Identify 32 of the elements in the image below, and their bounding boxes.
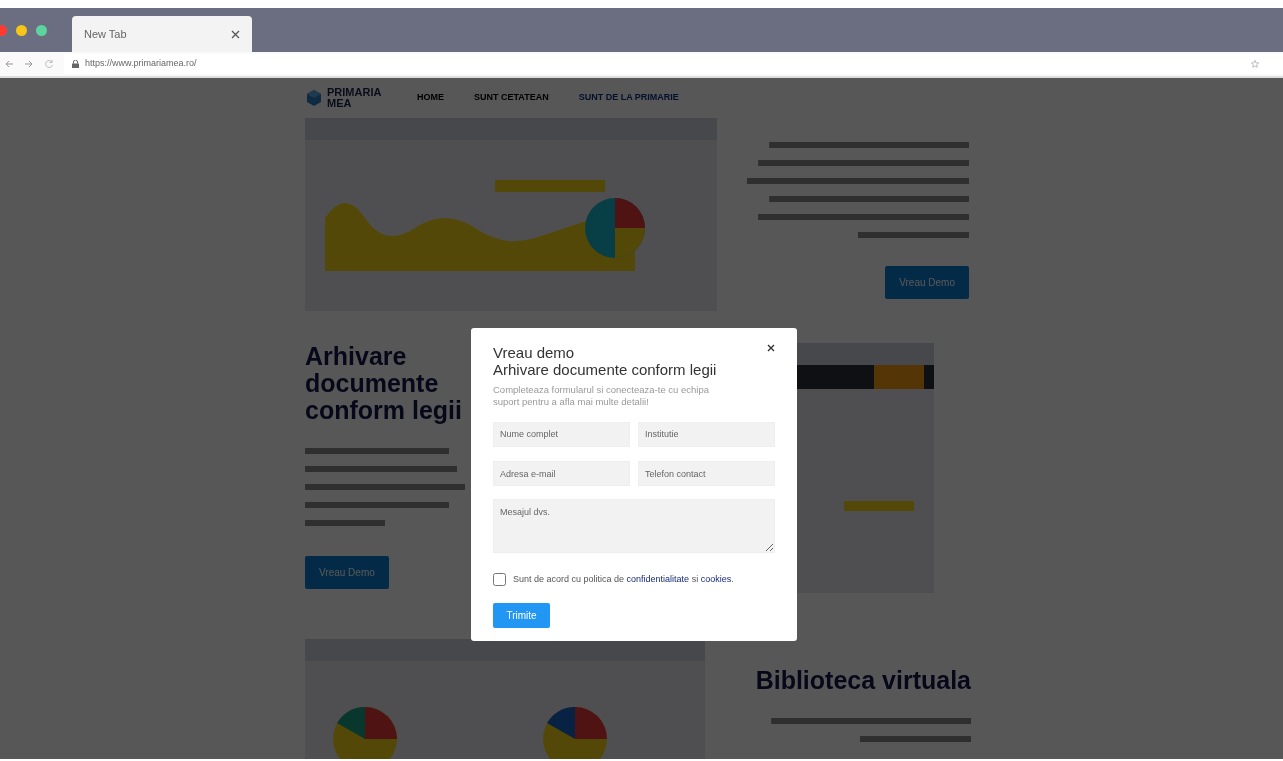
close-tab-icon[interactable]	[231, 29, 240, 39]
input-field[interactable]: Adresa e-mail	[493, 461, 630, 486]
logo-icon	[305, 89, 323, 107]
modal-description: Completeaza formularul si conecteaza-te cu echipa suport pentru a afla mai multe detalii!	[493, 384, 710, 408]
input-field[interactable]: Nume complet	[493, 421, 630, 447]
demo-button[interactable]: Vreau Demo	[305, 556, 389, 589]
window-control-icon[interactable]	[36, 24, 47, 36]
tab-title[interactable]: New Tab	[84, 25, 127, 43]
demo-button[interactable]: Vreau Demo	[885, 266, 969, 299]
modal-title: Vreau demo	[493, 344, 576, 361]
lock-icon	[72, 60, 79, 68]
section-heading: Arhivare documente conform legii	[305, 343, 463, 424]
modal-subtitle: Arhivare documente conform legii	[493, 361, 717, 378]
consent-checkbox[interactable]	[493, 573, 506, 587]
window-control-icon[interactable]	[16, 24, 27, 36]
policy-link[interactable]: confidentialitate	[626, 574, 690, 584]
input-field[interactable]: Institutie	[638, 421, 775, 447]
logo-text[interactable]: PRIMARIA MEA	[327, 87, 387, 109]
bookmark-star-icon[interactable]	[1251, 60, 1259, 68]
close-button[interactable]	[767, 344, 775, 352]
input-field[interactable]: Telefon contact	[638, 461, 775, 486]
url-text[interactable]: https://www.primariamea.ro/	[85, 57, 197, 71]
submit-button[interactable]: Trimite	[493, 602, 550, 628]
nav-link[interactable]: SUNT CETATEAN	[474, 91, 549, 105]
section-heading: Biblioteca virtuala	[755, 667, 971, 694]
nav-link[interactable]: SUNT DE LA PRIMARIE	[578, 91, 679, 105]
message-field[interactable]: Mesajul dvs.	[493, 499, 775, 553]
forward-icon[interactable]	[24, 59, 34, 69]
nav-link[interactable]: HOME	[417, 91, 444, 105]
reload-icon[interactable]	[44, 59, 54, 69]
consent-text: Sunt de acord cu politica de confidentialitate si cookies.	[513, 573, 734, 586]
back-icon[interactable]	[4, 59, 14, 69]
